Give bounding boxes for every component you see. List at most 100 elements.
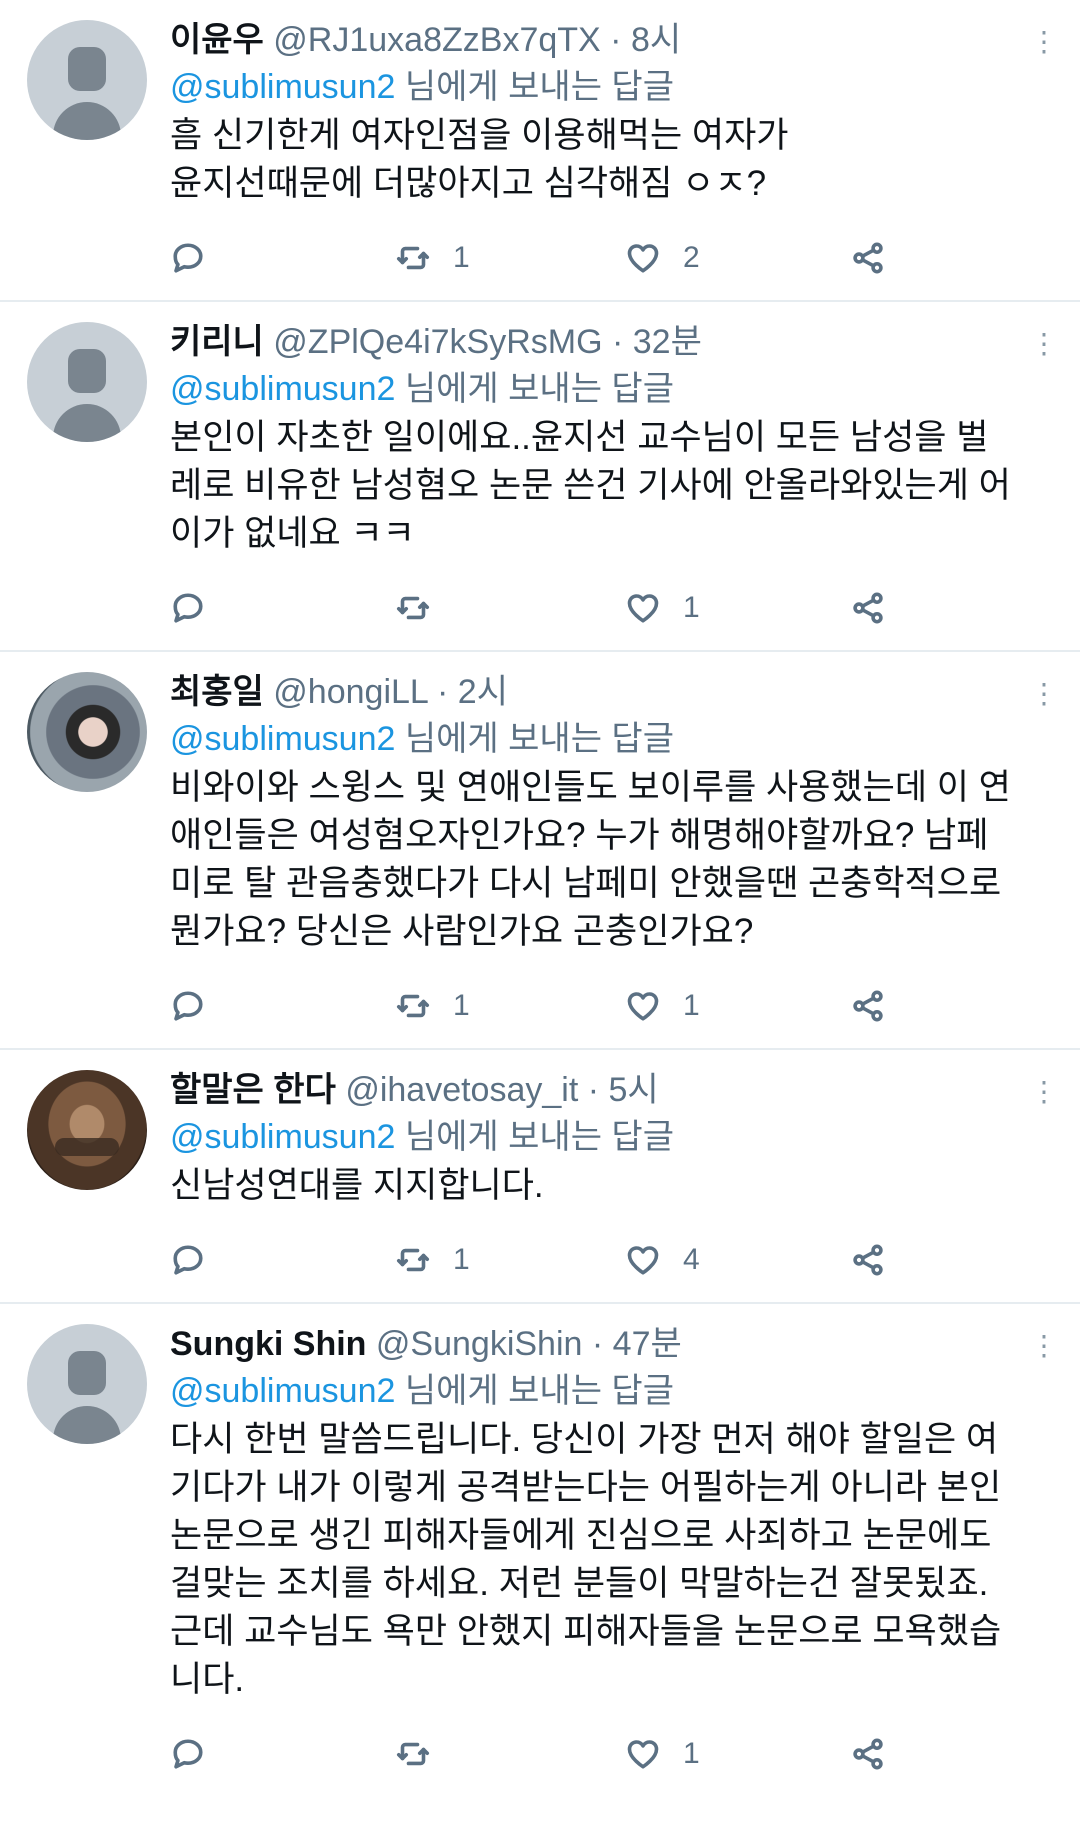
reply-icon [173, 1245, 203, 1275]
retweet-icon [396, 596, 430, 620]
share-icon [853, 1244, 883, 1276]
heart-icon [627, 594, 659, 623]
share-button[interactable] [850, 1732, 886, 1776]
share-button[interactable] [850, 236, 886, 280]
tweet-actions: 1 2 [170, 218, 1040, 300]
heart-icon [627, 1740, 659, 1769]
reply-icon [173, 1739, 203, 1769]
tweet[interactable]: ⋮ 할말은 한다 @ihavetosay_it · 5시 @sublimusun… [0, 1050, 1080, 1304]
display-name[interactable]: 이윤우 [170, 21, 264, 59]
more-options-icon[interactable]: ⋮ [1030, 28, 1058, 56]
retweet-button[interactable]: 1 [395, 1238, 470, 1282]
retweet-button[interactable]: 1 [395, 236, 470, 280]
user-handle[interactable]: @RJ1uxa8ZzBx7qTX [273, 21, 600, 59]
like-button[interactable]: 4 [625, 1238, 700, 1282]
tweet-actions: 1 [170, 568, 1040, 650]
share-button[interactable] [850, 1238, 886, 1282]
avatar[interactable] [27, 1070, 147, 1190]
reply-button[interactable] [170, 1732, 206, 1776]
tweet[interactable]: ⋮ 이윤우 @RJ1uxa8ZzBx7qTX · 8시 @sublimusun2… [0, 0, 1080, 302]
heart-icon [627, 244, 659, 273]
tweet[interactable]: ⋮ 최홍일 @hongiLL · 2시 @sublimusun2 님에게 보내는… [0, 652, 1080, 1050]
tweet-text: 본인이 자초한 일이에요..윤지선 교수님이 모든 남성을 벌 레로 비유한 남… [170, 418, 1011, 553]
reply-mention-link[interactable]: @sublimusun2 [170, 720, 395, 758]
reply-mention-link[interactable]: @sublimusun2 [170, 68, 395, 106]
reply-context: @sublimusun2 님에게 보내는 답글 [170, 64, 1040, 110]
retweet-button[interactable] [395, 1732, 453, 1776]
reply-context: @sublimusun2 님에게 보내는 답글 [170, 1368, 1040, 1414]
timestamp[interactable]: 2시 [458, 673, 508, 711]
heart-icon [627, 1246, 659, 1275]
reply-mention-link[interactable]: @sublimusun2 [170, 1118, 395, 1156]
retweet-count: 1 [453, 1243, 470, 1276]
share-icon [853, 242, 883, 274]
like-button[interactable]: 2 [625, 236, 700, 280]
separator-dot: · [578, 1071, 609, 1109]
reply-context-label: 님에게 보내는 답글 [395, 68, 674, 106]
more-options-icon[interactable]: ⋮ [1030, 330, 1058, 358]
avatar[interactable] [27, 20, 147, 140]
separator-dot: · [582, 1325, 613, 1363]
reply-icon [173, 593, 203, 623]
reply-icon [173, 991, 203, 1021]
tweet-actions: 1 4 [170, 1220, 1040, 1302]
display-name[interactable]: 키리니 [170, 323, 264, 361]
tweet-header: 이윤우 @RJ1uxa8ZzBx7qTX · 8시 [170, 18, 1040, 62]
display-name[interactable]: 할말은 한다 [170, 1071, 336, 1109]
separator-dot: · [602, 323, 633, 361]
share-icon [853, 1738, 883, 1770]
avatar[interactable] [27, 672, 147, 792]
retweet-button[interactable]: 1 [395, 984, 470, 1028]
share-button[interactable] [850, 586, 886, 630]
timestamp[interactable]: 5시 [609, 1071, 659, 1109]
reply-button[interactable] [170, 236, 206, 280]
retweet-count: 1 [453, 241, 470, 274]
reply-context: @sublimusun2 님에게 보내는 답글 [170, 716, 1040, 762]
share-button[interactable] [850, 984, 886, 1028]
user-handle[interactable]: @SungkiShin [376, 1325, 583, 1363]
user-handle[interactable]: @ZPlQe4i7kSyRsMG [273, 323, 602, 361]
reply-feed: ⋮ 이윤우 @RJ1uxa8ZzBx7qTX · 8시 @sublimusun2… [0, 0, 1080, 1840]
retweet-icon [396, 1248, 430, 1272]
reply-mention-link[interactable]: @sublimusun2 [170, 1372, 395, 1410]
timestamp[interactable]: 32분 [633, 323, 702, 361]
heart-icon [627, 992, 659, 1021]
tweet-actions: 1 [170, 1714, 1040, 1796]
like-button[interactable]: 1 [625, 984, 700, 1028]
tweet-header: 할말은 한다 @ihavetosay_it · 5시 [170, 1068, 1040, 1112]
reply-button[interactable] [170, 1238, 206, 1282]
like-button[interactable]: 1 [625, 586, 700, 630]
user-handle[interactable]: @hongiLL [273, 673, 427, 711]
avatar[interactable] [27, 322, 147, 442]
like-count: 1 [683, 1737, 700, 1770]
reply-context-label: 님에게 보내는 답글 [395, 1372, 674, 1410]
like-count: 1 [683, 591, 700, 624]
retweet-icon [396, 1742, 430, 1766]
tweet-text: 비와이와 스윙스 및 연애인들도 보이루를 사용했는데 이 연 애인들은 여성혐… [170, 768, 1011, 951]
more-options-icon[interactable]: ⋮ [1030, 1078, 1058, 1106]
separator-dot: · [600, 21, 631, 59]
retweet-count: 1 [453, 989, 470, 1022]
more-options-icon[interactable]: ⋮ [1030, 1332, 1058, 1360]
reply-button[interactable] [170, 586, 206, 630]
display-name[interactable]: 최홍일 [170, 673, 264, 711]
timestamp[interactable]: 47분 [613, 1325, 682, 1363]
display-name[interactable]: Sungki Shin [170, 1325, 366, 1363]
tweet-text: 다시 한번 말씀드립니다. 당신이 가장 먼저 해야 할일은 여 기다가 내가 … [170, 1420, 1002, 1699]
like-count: 4 [683, 1243, 700, 1276]
tweet[interactable]: ⋮ Sungki Shin @SungkiShin · 47분 @sublimu… [0, 1304, 1080, 1796]
share-icon [853, 990, 883, 1022]
retweet-button[interactable] [395, 586, 453, 630]
more-options-icon[interactable]: ⋮ [1030, 680, 1058, 708]
reply-context: @sublimusun2 님에게 보내는 답글 [170, 366, 1040, 412]
tweet[interactable]: ⋮ 키리니 @ZPlQe4i7kSyRsMG · 32분 @sublimusun… [0, 302, 1080, 652]
tweet-header: 최홍일 @hongiLL · 2시 [170, 670, 1040, 714]
reply-context-label: 님에게 보내는 답글 [395, 1118, 674, 1156]
user-handle[interactable]: @ihavetosay_it [345, 1071, 578, 1109]
reply-context-label: 님에게 보내는 답글 [395, 720, 674, 758]
reply-mention-link[interactable]: @sublimusun2 [170, 370, 395, 408]
avatar[interactable] [27, 1324, 147, 1444]
timestamp[interactable]: 8시 [631, 21, 681, 59]
reply-button[interactable] [170, 984, 206, 1028]
like-button[interactable]: 1 [625, 1732, 700, 1776]
